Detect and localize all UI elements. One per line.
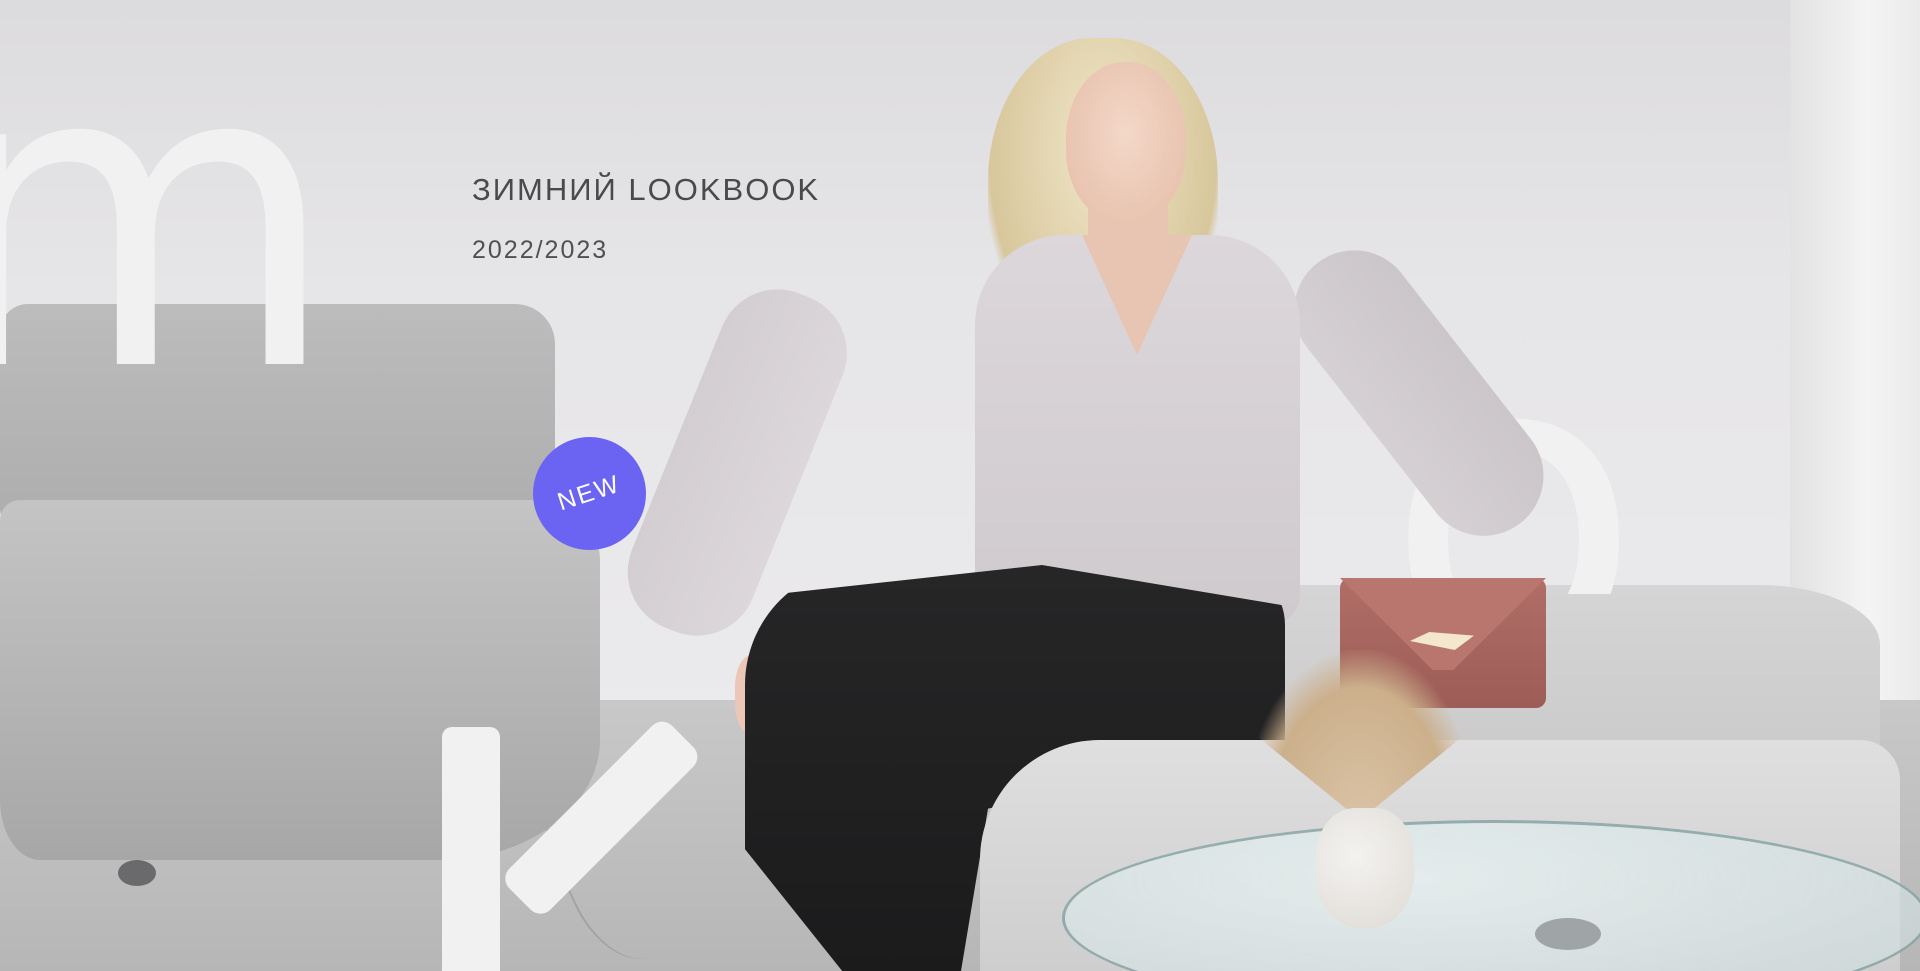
lookbook-title: ЗИМНИЙ LOOKBOOK [472,172,821,207]
giant-letter-k-stem [442,727,500,971]
new-badge[interactable]: NEW [533,437,646,550]
hero-banner: m o ЗИМНИЙ LOOKBOOK 2022/2023 NEW [0,0,1920,971]
vase [1316,808,1414,928]
giant-letter-m: m [0,0,339,464]
lookbook-years: 2022/2023 [472,236,609,264]
model-face [1066,62,1186,222]
table-coaster [1535,918,1601,950]
left-sofa-seat [0,500,600,860]
new-badge-label: NEW [554,469,625,517]
left-sofa-wheel [118,860,156,886]
